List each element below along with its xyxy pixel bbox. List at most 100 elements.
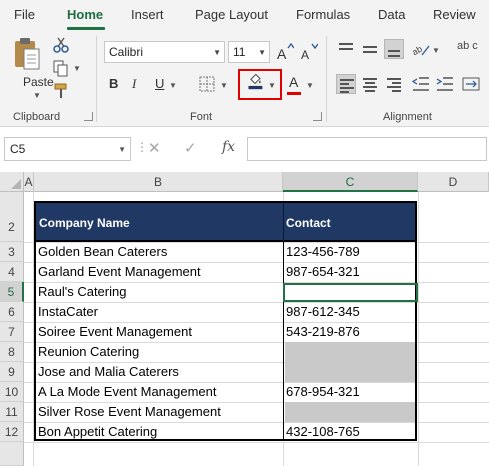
underline-chevron-icon[interactable]: ▼ bbox=[169, 81, 177, 90]
gray-filled-cell[interactable] bbox=[285, 342, 415, 382]
company-cell[interactable]: Bon Appetit Catering bbox=[38, 422, 157, 442]
gridline bbox=[24, 442, 489, 443]
enter-icon[interactable]: ✓ bbox=[184, 139, 197, 157]
contact-cell[interactable]: 543-219-876 bbox=[286, 322, 360, 342]
clipboard-launcher-icon[interactable] bbox=[84, 112, 93, 121]
align-center-button[interactable] bbox=[360, 74, 380, 94]
increase-font-size-icon[interactable]: A bbox=[276, 43, 294, 61]
cut-icon[interactable] bbox=[52, 36, 70, 54]
header-company-name[interactable]: Company Name bbox=[39, 216, 130, 230]
copy-chevron-icon[interactable]: ▼ bbox=[73, 64, 81, 73]
column-separator bbox=[283, 242, 284, 439]
tab-page-layout[interactable]: Page Layout bbox=[195, 7, 268, 22]
insert-function-button[interactable]: fx bbox=[222, 139, 235, 155]
company-cell[interactable]: Soiree Event Management bbox=[38, 322, 192, 342]
column-header-a[interactable]: A bbox=[24, 172, 34, 192]
decrease-indent-icon[interactable] bbox=[412, 75, 430, 93]
row-header-8[interactable]: 8 bbox=[0, 342, 24, 362]
orientation-chevron-icon[interactable]: ▼ bbox=[432, 46, 440, 55]
company-cell[interactable]: Raul's Catering bbox=[38, 282, 126, 302]
company-contact-table: Company Name Contact Golden Bean Caterer… bbox=[34, 201, 417, 441]
top-align-button[interactable] bbox=[336, 39, 356, 59]
font-size-combo[interactable]: 11 ▼ bbox=[228, 41, 270, 63]
format-painter-icon[interactable] bbox=[52, 82, 70, 100]
chevron-down-icon: ▼ bbox=[33, 91, 41, 100]
cancel-icon[interactable]: ✕ bbox=[148, 139, 161, 157]
chevron-down-icon: ▼ bbox=[118, 145, 126, 154]
chevron-down-icon: ▼ bbox=[258, 48, 266, 57]
row-header-9[interactable]: 9 bbox=[0, 362, 24, 382]
header-separator bbox=[283, 203, 284, 242]
underline-button[interactable]: U bbox=[155, 76, 164, 91]
company-cell[interactable]: InstaCater bbox=[38, 302, 98, 322]
copy-icon[interactable] bbox=[52, 59, 70, 77]
column-header-b[interactable]: B bbox=[34, 172, 283, 192]
company-cell[interactable]: Garland Event Management bbox=[38, 262, 201, 282]
font-name-value: Calibri bbox=[109, 45, 144, 59]
row-header-10[interactable]: 10 bbox=[0, 382, 24, 402]
chevron-down-icon: ▼ bbox=[213, 48, 221, 57]
align-left-button[interactable] bbox=[336, 74, 356, 94]
select-all-button[interactable] bbox=[0, 172, 24, 192]
contact-cell[interactable]: 987-612-345 bbox=[286, 302, 360, 322]
merge-center-icon[interactable] bbox=[462, 75, 480, 93]
formula-input[interactable] bbox=[247, 137, 487, 161]
svg-text:A: A bbox=[277, 46, 287, 61]
bottom-align-button[interactable] bbox=[384, 39, 404, 59]
tab-formulas[interactable]: Formulas bbox=[296, 7, 350, 22]
row-header-11[interactable]: 11 bbox=[0, 402, 24, 422]
group-separator bbox=[326, 36, 327, 122]
orientation-icon[interactable]: ab bbox=[412, 40, 430, 58]
tab-insert[interactable]: Insert bbox=[131, 7, 164, 22]
font-color-button[interactable]: A bbox=[289, 74, 298, 90]
company-cell[interactable]: Golden Bean Caterers bbox=[38, 242, 167, 262]
bold-button[interactable]: B bbox=[109, 76, 118, 91]
active-cell-c5[interactable] bbox=[283, 283, 418, 302]
wrap-text-button[interactable]: ab c bbox=[457, 40, 483, 52]
italic-button[interactable]: I bbox=[132, 76, 136, 92]
borders-chevron-icon[interactable]: ▼ bbox=[220, 81, 228, 90]
header-contact[interactable]: Contact bbox=[286, 216, 331, 230]
gridline bbox=[418, 192, 419, 466]
row-header-4[interactable]: 4 bbox=[0, 262, 24, 282]
font-name-combo[interactable]: Calibri ▼ bbox=[104, 41, 225, 63]
column-header-d[interactable]: D bbox=[418, 172, 489, 192]
contact-cell[interactable]: 678-954-321 bbox=[286, 382, 360, 402]
middle-align-button[interactable] bbox=[360, 39, 380, 59]
font-color-chevron-icon[interactable]: ▼ bbox=[306, 81, 314, 90]
font-group-label: Font bbox=[190, 111, 213, 123]
ribbon: Paste ▼ ▼ Clipboard Calibri ▼ 11 ▼ A A B… bbox=[0, 30, 489, 127]
contact-cell[interactable]: 432-108-765 bbox=[286, 422, 360, 442]
company-cell[interactable]: Jose and Malia Caterers bbox=[38, 362, 179, 382]
row-header-3[interactable]: 3 bbox=[0, 242, 24, 262]
row-header-13[interactable] bbox=[0, 442, 24, 466]
contact-cell[interactable]: 123-456-789 bbox=[286, 242, 360, 262]
spreadsheet-grid: A B C D 2 3 4 5 6 7 8 9 10 11 12 Company… bbox=[0, 172, 489, 466]
align-right-button[interactable] bbox=[384, 74, 404, 94]
name-box[interactable]: C5 ▼ bbox=[4, 137, 131, 161]
tab-file[interactable]: File bbox=[14, 7, 35, 22]
decrease-font-size-icon[interactable]: A bbox=[300, 43, 318, 61]
font-launcher-icon[interactable] bbox=[313, 112, 322, 121]
font-size-value: 11 bbox=[233, 45, 246, 59]
alignment-group-label: Alignment bbox=[383, 111, 432, 123]
increase-indent-icon[interactable] bbox=[436, 75, 454, 93]
borders-icon[interactable] bbox=[198, 75, 216, 93]
gray-filled-cell[interactable] bbox=[285, 402, 415, 422]
tab-home[interactable]: Home bbox=[67, 7, 103, 22]
company-cell[interactable]: Reunion Catering bbox=[38, 342, 139, 362]
column-header-c[interactable]: C bbox=[283, 172, 418, 192]
row-header-7[interactable]: 7 bbox=[0, 322, 24, 342]
more-options-icon[interactable]: ⋮ bbox=[136, 140, 148, 154]
contact-cell[interactable]: 987-654-321 bbox=[286, 262, 360, 282]
clipboard-group-label: Clipboard bbox=[13, 111, 61, 123]
row-header-6[interactable]: 6 bbox=[0, 302, 24, 322]
company-cell[interactable]: A La Mode Event Management bbox=[38, 382, 217, 402]
row-header-2[interactable]: 2 bbox=[0, 192, 24, 242]
row-header-12[interactable]: 12 bbox=[0, 422, 24, 442]
company-cell[interactable]: Silver Rose Event Management bbox=[38, 402, 221, 422]
row-header-5[interactable]: 5 bbox=[0, 282, 24, 302]
paste-button[interactable]: Paste ▼ bbox=[10, 34, 54, 100]
tab-data[interactable]: Data bbox=[378, 7, 405, 22]
tab-review[interactable]: Review bbox=[433, 7, 476, 22]
